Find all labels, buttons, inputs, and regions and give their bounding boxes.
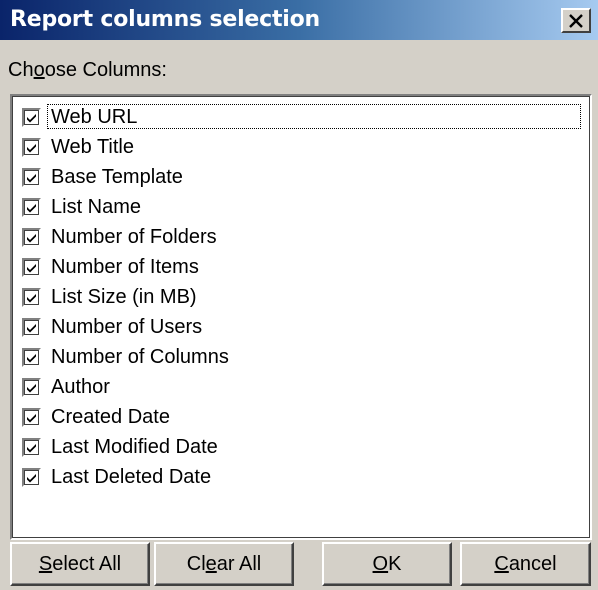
btn-text: ar All [216, 552, 262, 575]
column-item[interactable]: Base Template [18, 162, 584, 192]
column-label: Number of Folders [51, 226, 217, 248]
checkmark-icon [27, 113, 36, 122]
btn-accelerator: S [38, 552, 53, 575]
column-label: Number of Items [51, 256, 199, 278]
checkmark-icon [27, 353, 36, 362]
column-item[interactable]: Last Deleted Date [18, 462, 584, 492]
checkmark-icon [27, 143, 36, 152]
choose-columns-label: Choose Columns: [8, 57, 167, 83]
column-item[interactable]: Number of Items [18, 252, 584, 282]
checkmark-icon [27, 473, 36, 482]
checkmark-icon [27, 173, 36, 182]
checkmark-icon [27, 203, 36, 212]
column-item[interactable]: Created Date [18, 402, 584, 432]
btn-text: ancel [508, 552, 557, 575]
column-item[interactable]: Last Modified Date [18, 432, 584, 462]
column-label: Web URL [51, 106, 138, 128]
column-checkbox[interactable] [22, 137, 41, 157]
btn-text: K [388, 552, 402, 575]
label-part: ose Columns: [44, 59, 167, 81]
close-button[interactable] [561, 8, 591, 33]
column-item[interactable]: Web Title [18, 132, 584, 162]
column-label: Created Date [51, 406, 170, 428]
column-label: List Size (in MB) [51, 286, 197, 308]
column-label: Last Deleted Date [51, 466, 212, 488]
column-label: Number of Users [51, 316, 203, 338]
column-checkbox[interactable] [22, 347, 41, 367]
report-columns-dialog: Report columns selection Choose Columns:… [0, 0, 598, 590]
ok-button[interactable]: OK [322, 542, 452, 586]
checkmark-icon [27, 263, 36, 272]
column-label: Author [51, 376, 110, 398]
btn-text: Cl [186, 552, 206, 575]
checkmark-icon [27, 443, 36, 452]
column-checkbox[interactable] [22, 407, 41, 427]
btn-accelerator: C [494, 552, 509, 575]
column-label: Web Title [51, 136, 134, 158]
label-part: Ch [8, 59, 34, 81]
column-checkbox[interactable] [22, 437, 41, 457]
column-item[interactable]: List Name [18, 192, 584, 222]
column-label: Base Template [51, 166, 183, 188]
columns-list: Web URL Web Title Base Template List Name Nu… [18, 102, 584, 492]
checkmark-icon [27, 413, 36, 422]
column-checkbox[interactable] [22, 107, 41, 127]
clear-all-button[interactable]: Cl e ar All [154, 542, 294, 586]
column-checkbox[interactable] [22, 377, 41, 397]
column-item[interactable]: Number of Columns [18, 342, 584, 372]
btn-text: elect All [52, 552, 122, 575]
column-checkbox[interactable] [22, 467, 41, 487]
select-all-button[interactable]: Select All [10, 542, 150, 586]
column-checkbox[interactable] [22, 317, 41, 337]
dialog-title: Report columns selection [10, 7, 320, 32]
column-checkbox[interactable] [22, 257, 41, 277]
label-accelerator: o [33, 59, 45, 81]
column-label: List Name [51, 196, 142, 218]
column-item[interactable]: Web URL [18, 102, 584, 132]
column-checkbox[interactable] [22, 167, 41, 187]
column-item[interactable]: Number of Users [18, 312, 584, 342]
column-checkbox[interactable] [22, 287, 41, 307]
column-label: Last Modified Date [51, 436, 218, 458]
column-label: Number of Columns [51, 346, 229, 368]
column-checkbox[interactable] [22, 197, 41, 217]
column-item[interactable]: Number of Folders [18, 222, 584, 252]
checkmark-icon [27, 323, 36, 332]
close-icon [569, 13, 583, 28]
checkmark-icon [27, 293, 36, 302]
column-item[interactable]: Author [18, 372, 584, 402]
title-bar: Report columns selection [0, 0, 598, 40]
cancel-button[interactable]: Cancel [460, 542, 591, 586]
btn-accelerator: e [205, 552, 217, 575]
checkmark-icon [27, 383, 36, 392]
column-item[interactable]: List Size (in MB) [18, 282, 584, 312]
checkmark-icon [27, 233, 36, 242]
columns-checklist[interactable]: Web URL Web Title Base Template List Name Nu… [10, 94, 592, 540]
column-checkbox[interactable] [22, 227, 41, 247]
btn-accelerator: O [372, 552, 389, 575]
